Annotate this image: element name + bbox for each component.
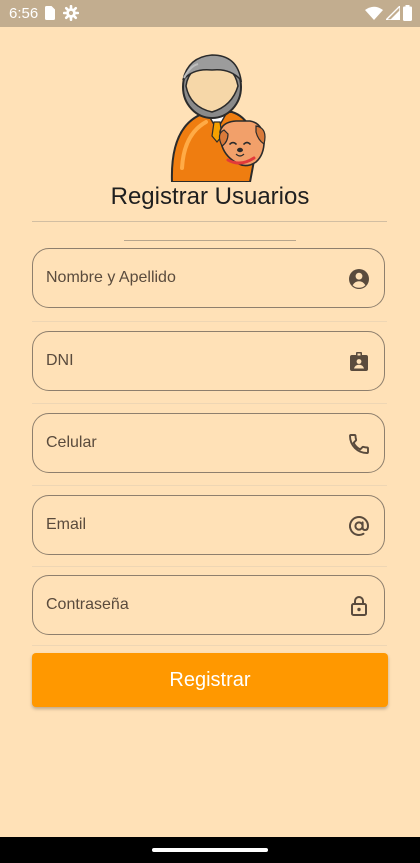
- email-field-placeholder: Email: [46, 516, 87, 533]
- battery-icon: [403, 5, 412, 21]
- page-title: Registrar Usuarios: [110, 183, 310, 210]
- field-divider: [32, 485, 387, 486]
- name-field[interactable]: Nombre y Apellido: [32, 248, 385, 308]
- cellular-signal-icon: [386, 6, 400, 20]
- field-divider: [32, 403, 387, 404]
- register-button[interactable]: Registrar: [32, 653, 388, 707]
- at-sign-icon: [349, 516, 370, 536]
- settings-gear-icon: [63, 5, 79, 21]
- status-bar: 6:56: [0, 0, 420, 27]
- password-field-placeholder: Contraseña: [46, 596, 129, 613]
- account-circle-icon: [349, 269, 369, 289]
- field-divider: [32, 645, 387, 646]
- field-divider: [32, 321, 387, 322]
- title-divider: [32, 221, 387, 222]
- sim-card-icon: [45, 6, 55, 20]
- phone-field-placeholder: Celular: [46, 434, 97, 451]
- status-right-icons: [365, 5, 412, 21]
- email-field[interactable]: Email: [32, 495, 385, 555]
- badge-icon: [350, 352, 368, 371]
- user-with-dog-illustration: [170, 54, 266, 182]
- wifi-icon: [365, 6, 383, 20]
- lock-icon: [351, 596, 367, 616]
- navigation-bar: [0, 837, 420, 863]
- field-divider: [32, 566, 387, 567]
- name-field-placeholder: Nombre y Apellido: [46, 269, 176, 286]
- dni-field-placeholder: DNI: [46, 352, 74, 369]
- status-time: 6:56: [9, 5, 39, 22]
- phone-field[interactable]: Celular: [32, 413, 385, 473]
- home-indicator[interactable]: [152, 848, 268, 852]
- password-field[interactable]: Contraseña: [32, 575, 385, 635]
- status-left-icons: [45, 5, 79, 21]
- dni-field[interactable]: DNI: [32, 331, 385, 391]
- section-divider: [124, 240, 296, 241]
- phone-icon: [349, 434, 369, 454]
